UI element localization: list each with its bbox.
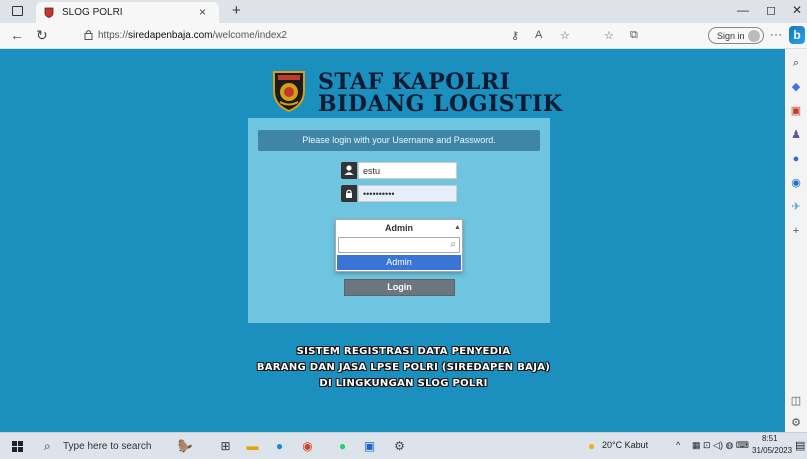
read-aloud-icon[interactable]: A (535, 29, 542, 41)
polri-emblem-icon (273, 71, 305, 113)
more-menu-icon[interactable]: ··· (770, 27, 782, 41)
lock-icon (84, 30, 93, 40)
games-icon[interactable]: ● (790, 153, 802, 165)
people-icon[interactable]: ♟ (790, 129, 802, 141)
password-input[interactable]: •••••••••• (358, 185, 457, 202)
password-field: •••••••••• (341, 185, 457, 202)
new-tab-button[interactable]: + (232, 2, 241, 19)
windows-taskbar: ⌕ Type here to search 🦫 ⊞ ▬ ● ◉ ● ▣ ⚙ ● … (0, 432, 807, 459)
username-field: estu (341, 162, 457, 179)
browser-tab-bar: SLOG POLRI × + — ◻ ✕ (0, 0, 807, 23)
role-select[interactable]: Admin ▲ ⌕ Admin (335, 219, 463, 272)
search-icon: ⌕ (450, 239, 456, 250)
address-bar-row: ← ↻ https://siredapenbaja.com/welcome/in… (0, 23, 807, 49)
lock-icon (341, 185, 357, 202)
shopping-icon[interactable]: ▣ (790, 105, 802, 117)
drop-icon[interactable]: ✈ (790, 201, 802, 213)
file-explorer-icon[interactable]: ▬ (245, 439, 260, 454)
system-name-line3: DI LINGKUNGAN SLOG POLRI (319, 378, 488, 389)
chevron-up-icon[interactable]: ▲ (454, 224, 461, 231)
role-selected-value[interactable]: Admin (336, 220, 462, 236)
refresh-icon[interactable]: ↻ (36, 27, 48, 44)
task-view-icon[interactable]: ⊞ (218, 439, 233, 454)
login-button[interactable]: Login (344, 279, 455, 296)
url-text: https://siredapenbaja.com/welcome/index2 (98, 30, 287, 41)
search-icon: ⌕ (44, 439, 51, 453)
edge-browser-icon[interactable]: ● (272, 439, 287, 454)
taskbar-search[interactable]: ⌕ Type here to search (38, 436, 158, 457)
outlook-icon[interactable]: ◉ (790, 177, 802, 189)
tray-icons[interactable]: ▦ ⊡ ◁) ◍ ⌨ (692, 440, 749, 451)
back-icon[interactable]: ← (10, 27, 24, 43)
whatsapp-icon[interactable]: ● (335, 439, 350, 454)
search-icon[interactable]: ⌕ (790, 57, 802, 69)
chevron-up-icon[interactable]: ^ (676, 440, 680, 450)
collections-icon[interactable]: ⧉ (630, 29, 638, 42)
user-icon (341, 162, 357, 179)
browser-tab[interactable]: SLOG POLRI × (36, 2, 219, 23)
settings-icon[interactable]: ⚙ (790, 417, 802, 429)
bing-chat-icon[interactable]: b (789, 26, 805, 44)
tab-title: SLOG POLRI (62, 7, 123, 18)
weather-text[interactable]: 20°C Kabut (602, 440, 648, 450)
add-icon[interactable]: + (790, 225, 802, 237)
split-screen-icon[interactable]: ◫ (790, 395, 802, 407)
close-window-icon[interactable]: ✕ (792, 3, 802, 17)
key-icon[interactable]: ⚷ (511, 29, 519, 42)
url-field[interactable]: https://siredapenbaja.com/welcome/index2 (76, 26, 726, 45)
weather-icon: ● (587, 439, 596, 453)
system-name-line2: BARANG DAN JASA LPSE POLRI (SIREDAPEN BA… (256, 362, 551, 373)
role-search-input[interactable]: ⌕ (338, 237, 460, 253)
avatar (748, 30, 760, 42)
widgets-animal-icon[interactable]: 🦫 (170, 439, 200, 454)
page-body: STAF KAPOLRI BIDANG LOGISTIK Please logi… (0, 49, 785, 432)
police-shield-icon (44, 7, 54, 18)
powerpoint-icon[interactable]: ◉ (300, 439, 315, 454)
minimize-icon[interactable]: — (737, 3, 749, 17)
word-icon[interactable]: ▣ (362, 439, 377, 454)
username-input[interactable]: estu (358, 162, 457, 179)
favorites-icon[interactable]: ☆ (604, 29, 614, 42)
notifications-icon[interactable]: ▤ (795, 439, 805, 452)
header-subtitle: BIDANG LOGISTIK (318, 91, 563, 117)
tag-icon[interactable]: ◆ (790, 81, 802, 93)
tab-close-icon[interactable]: × (199, 5, 206, 19)
login-instruction: Please login with your Username and Pass… (258, 130, 540, 151)
tab-actions-icon[interactable] (12, 6, 23, 16)
sign-in-button[interactable]: Sign in (708, 27, 764, 44)
role-option-admin[interactable]: Admin (337, 255, 461, 270)
edge-sidebar: ⌕ ◆ ▣ ♟ ● ◉ ✈ + ◫ ⚙ (785, 49, 807, 432)
settings-icon[interactable]: ⚙ (392, 439, 407, 454)
system-name-line1: SISTEM REGISTRASI DATA PENYEDIA (296, 346, 511, 357)
windows-start-icon[interactable] (12, 441, 23, 452)
favorite-star-icon[interactable]: ☆ (560, 29, 570, 42)
clock-time[interactable]: 8:51 (762, 434, 778, 443)
clock-date[interactable]: 31/05/2023 (752, 446, 792, 455)
maximize-icon[interactable]: ◻ (766, 3, 776, 17)
